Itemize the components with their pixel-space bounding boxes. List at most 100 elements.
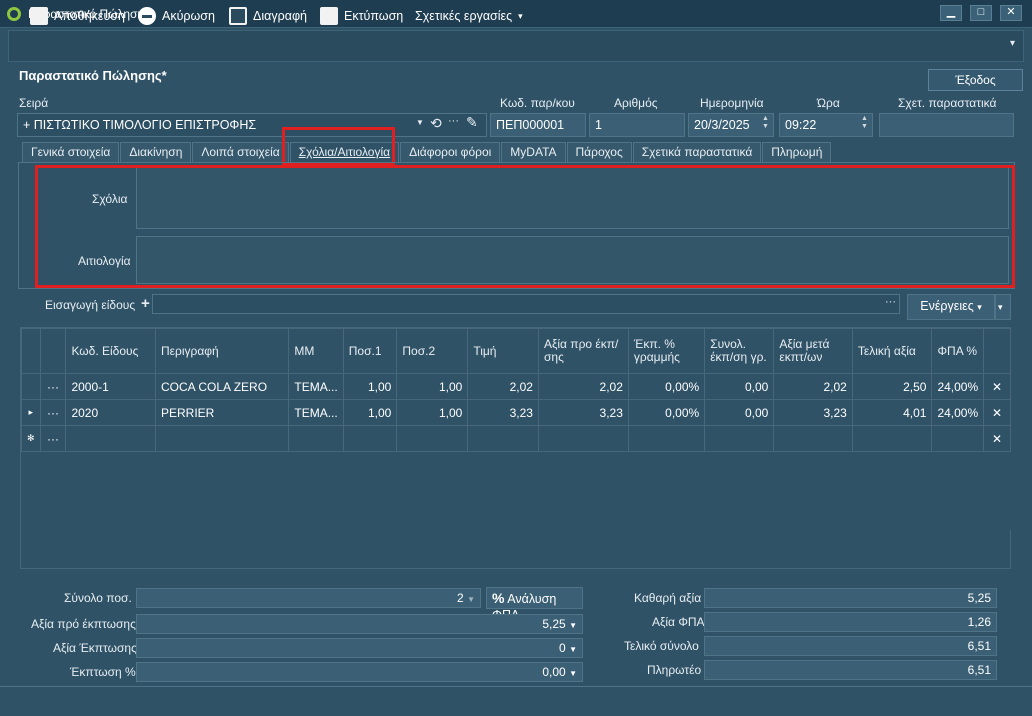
table-row[interactable]: ✻ ··· ✕ [21, 425, 1011, 452]
table-cell[interactable]: 1,00 [342, 399, 398, 426]
table-cell[interactable]: 3,23 [537, 399, 629, 426]
table-cell[interactable] [851, 425, 933, 452]
delete-icon [229, 7, 247, 25]
table-cell[interactable] [65, 425, 156, 452]
table-cell[interactable]: 0,00% [627, 373, 706, 400]
print-button[interactable]: Εκτύπωση [320, 6, 403, 26]
grid-header[interactable]: Αξία μετά εκπτ/ων [773, 328, 853, 374]
row-marker: ✻ [21, 425, 41, 452]
table-cell[interactable]: 2,02 [537, 373, 629, 400]
table-cell[interactable]: 0,00 [704, 373, 775, 400]
refresh-icon[interactable]: ⟲ [430, 115, 442, 132]
row-more-icon[interactable]: ··· [39, 399, 67, 426]
tab-other-info[interactable]: Λοιπά στοιχεία [192, 142, 289, 162]
grid-header[interactable]: Συνολ. έκπ/ση γρ. [704, 328, 775, 374]
time-spinner[interactable]: ▲ ▼ [861, 115, 868, 131]
code-field[interactable]: ΠΕΠ000001 [490, 113, 586, 137]
table-cell[interactable] [396, 425, 469, 452]
table-cell[interactable]: PERRIER [154, 399, 290, 426]
tab-payment[interactable]: Πληρωμή [762, 142, 832, 162]
grid-header[interactable]: Κωδ. Είδους [65, 328, 156, 374]
minimize-button[interactable]: ▁ [940, 5, 962, 21]
table-cell[interactable]: 2000-1 [65, 373, 156, 400]
related-docs-field[interactable] [879, 113, 1014, 137]
save-button[interactable]: Αποθήκευση [30, 6, 125, 26]
total-qty-field[interactable]: 2 ▼ [136, 588, 481, 608]
table-cell[interactable]: COCA COLA ZERO [154, 373, 290, 400]
grid-header[interactable]: Έκπ. % γραμμής [627, 328, 706, 374]
table-cell[interactable]: 2020 [65, 399, 156, 426]
grid-header[interactable]: ΜΜ [288, 328, 344, 374]
chevron-down-icon[interactable]: ▼ [416, 118, 424, 127]
table-cell[interactable] [288, 425, 344, 452]
table-row[interactable]: ··· 2000-1 COCA COLA ZERO ΤΕΜΑ... 1,00 1,00 2,… [21, 373, 1011, 400]
table-cell[interactable]: 24,00% [931, 373, 985, 400]
grid-header[interactable]: Αξία προ έκπ/σης [537, 328, 629, 374]
delete-button[interactable]: Διαγραφή [229, 6, 307, 26]
discount-value-field[interactable]: 0 ▼ [136, 638, 583, 658]
delete-row-icon[interactable]: ✕ [983, 425, 1011, 452]
table-row[interactable]: ▸ ··· 2020 PERRIER ΤΕΜΑ... 1,00 1,00 3,23 3,23 0,… [21, 399, 1011, 426]
delete-row-icon[interactable]: ✕ [983, 399, 1011, 426]
grid-header[interactable]: Ποσ.2 [396, 328, 469, 374]
toolbar-overflow-button[interactable]: ▾ [1010, 38, 1015, 49]
table-cell[interactable]: ΤΕΜΑ... [288, 399, 344, 426]
exit-button[interactable]: Έξοδος [928, 69, 1023, 91]
grid-header[interactable]: Περιγραφή [154, 328, 290, 374]
table-cell[interactable]: 1,00 [342, 373, 398, 400]
table-cell[interactable] [773, 425, 853, 452]
table-cell[interactable] [154, 425, 290, 452]
table-cell[interactable]: 2,50 [851, 373, 933, 400]
insert-item-field[interactable] [152, 294, 900, 314]
table-cell[interactable]: ΤΕΜΑ... [288, 373, 344, 400]
item-more-icon[interactable]: ··· [885, 296, 896, 308]
tab-related-docs[interactable]: Σχετικά παραστατικά [632, 142, 762, 162]
tab-other-taxes[interactable]: Διάφοροι φόροι [400, 142, 501, 162]
tab-shipping[interactable]: Διακίνηση [120, 142, 192, 162]
more-icon[interactable]: ··· [448, 115, 459, 127]
actions-dropdown-button[interactable]: ▾ [995, 294, 1011, 320]
discount-pct-field[interactable]: 0,00 ▼ [136, 662, 583, 682]
row-more-icon[interactable]: ··· [39, 373, 67, 400]
delete-row-icon[interactable]: ✕ [983, 373, 1011, 400]
table-cell[interactable]: 1,00 [396, 399, 469, 426]
grid-header[interactable]: Ποσ.1 [342, 328, 398, 374]
table-cell[interactable] [467, 425, 539, 452]
edit-icon[interactable]: ✎ [466, 114, 478, 131]
table-cell[interactable]: 3,23 [467, 399, 539, 426]
discount-pct-label: Έκπτωση % [70, 665, 136, 679]
table-cell[interactable]: 4,01 [851, 399, 933, 426]
grid-header[interactable]: Τιμή [467, 328, 539, 374]
table-cell[interactable]: 0,00% [627, 399, 706, 426]
date-spinner[interactable]: ▲ ▼ [762, 115, 769, 131]
table-cell[interactable] [627, 425, 706, 452]
table-cell[interactable] [931, 425, 985, 452]
table-cell[interactable]: 1,00 [396, 373, 469, 400]
time-field[interactable]: 09:22 [779, 113, 873, 137]
empty-row [21, 451, 1011, 478]
close-window-button[interactable]: ✕ [1000, 5, 1022, 21]
table-cell[interactable]: 3,23 [773, 399, 853, 426]
tab-general[interactable]: Γενικά στοιχεία [22, 142, 120, 162]
table-cell[interactable]: 24,00% [931, 399, 985, 426]
related-tasks-menu[interactable]: Σχετικές εργασίες ▾ [415, 6, 523, 26]
add-item-icon[interactable]: + [141, 295, 150, 312]
actions-button[interactable]: Ενέργειες ▾ [907, 294, 995, 320]
number-field[interactable]: 1 [589, 113, 685, 137]
table-cell[interactable]: 2,02 [773, 373, 853, 400]
tab-provider[interactable]: Πάροχος [566, 142, 632, 162]
row-more-icon[interactable]: ··· [39, 425, 67, 452]
vat-analysis-button[interactable]: % Ανάλυση ΦΠΑ [486, 587, 583, 622]
table-cell[interactable] [342, 425, 398, 452]
table-cell[interactable]: 2,02 [467, 373, 539, 400]
table-cell[interactable]: 0,00 [704, 399, 775, 426]
pre-discount-field[interactable]: 5,25 ▼ [136, 614, 583, 634]
grid-header[interactable]: Τελική αξία [851, 328, 933, 374]
cancel-button[interactable]: Ακύρωση [138, 6, 215, 26]
maximize-button[interactable]: □ [970, 5, 992, 21]
table-cell[interactable] [704, 425, 775, 452]
grid-header[interactable]: ΦΠΑ % [931, 328, 985, 374]
payable-label: Πληρωτέο [647, 663, 702, 677]
tab-mydata[interactable]: MyDATA [501, 142, 566, 162]
table-cell[interactable] [537, 425, 629, 452]
